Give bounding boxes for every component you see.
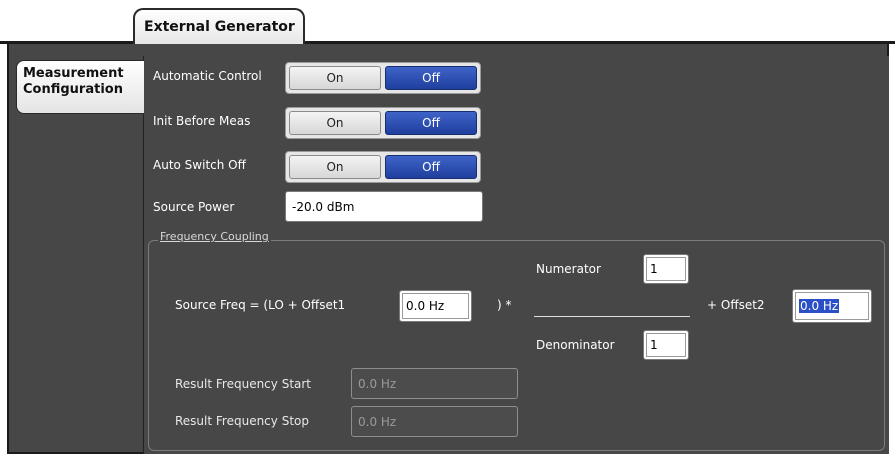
result-frequency-start-label: Result Frequency Start — [175, 377, 312, 391]
numerator-label: Numerator — [536, 262, 601, 276]
automatic-control-off-button[interactable]: Off — [385, 66, 477, 90]
fraction-divider — [534, 316, 690, 317]
automatic-control-label: Automatic Control — [153, 69, 262, 83]
tab-external-generator[interactable]: External Generator — [133, 8, 305, 44]
offset2-label: + Offset2 — [707, 298, 765, 312]
auto-switch-off-on-button[interactable]: On — [289, 155, 381, 179]
frequency-coupling-legend: Frequency Coupling — [158, 230, 271, 243]
side-tab-label-line2: Configuration — [23, 82, 123, 97]
init-before-meas-toggle: On Off — [285, 107, 481, 139]
auto-switch-off-off-button[interactable]: Off — [385, 155, 477, 179]
init-before-meas-on-button[interactable]: On — [289, 111, 381, 135]
result-frequency-start-field: 0.0 Hz — [351, 368, 518, 399]
result-frequency-stop-field: 0.0 Hz — [351, 406, 518, 437]
numerator-input[interactable]: 1 — [643, 254, 689, 284]
automatic-control-toggle: On Off — [285, 62, 481, 94]
denominator-input[interactable]: 1 — [643, 330, 689, 360]
source-freq-formula-label: Source Freq = (LO + Offset1 — [175, 298, 346, 312]
source-power-input[interactable]: -20.0 dBm — [285, 191, 483, 222]
offset2-selected-text: 0.0 Hz — [799, 299, 840, 313]
paren-multiply-label: ) * — [497, 298, 512, 312]
init-before-meas-off-button[interactable]: Off — [385, 111, 477, 135]
auto-switch-off-toggle: On Off — [285, 151, 481, 183]
source-power-label: Source Power — [153, 200, 235, 214]
tab-measurement-configuration[interactable]: Measurement Configuration — [16, 60, 144, 114]
automatic-control-on-button[interactable]: On — [289, 66, 381, 90]
denominator-label: Denominator — [536, 338, 615, 352]
result-frequency-stop-label: Result Frequency Stop — [175, 414, 309, 428]
offset1-input[interactable]: 0.0 Hz — [399, 290, 472, 322]
offset2-input[interactable]: 0.0 Hz — [792, 289, 872, 323]
init-before-meas-label: Init Before Meas — [153, 114, 251, 128]
side-tab-label-line1: Measurement — [23, 66, 124, 81]
auto-switch-off-label: Auto Switch Off — [153, 158, 246, 172]
